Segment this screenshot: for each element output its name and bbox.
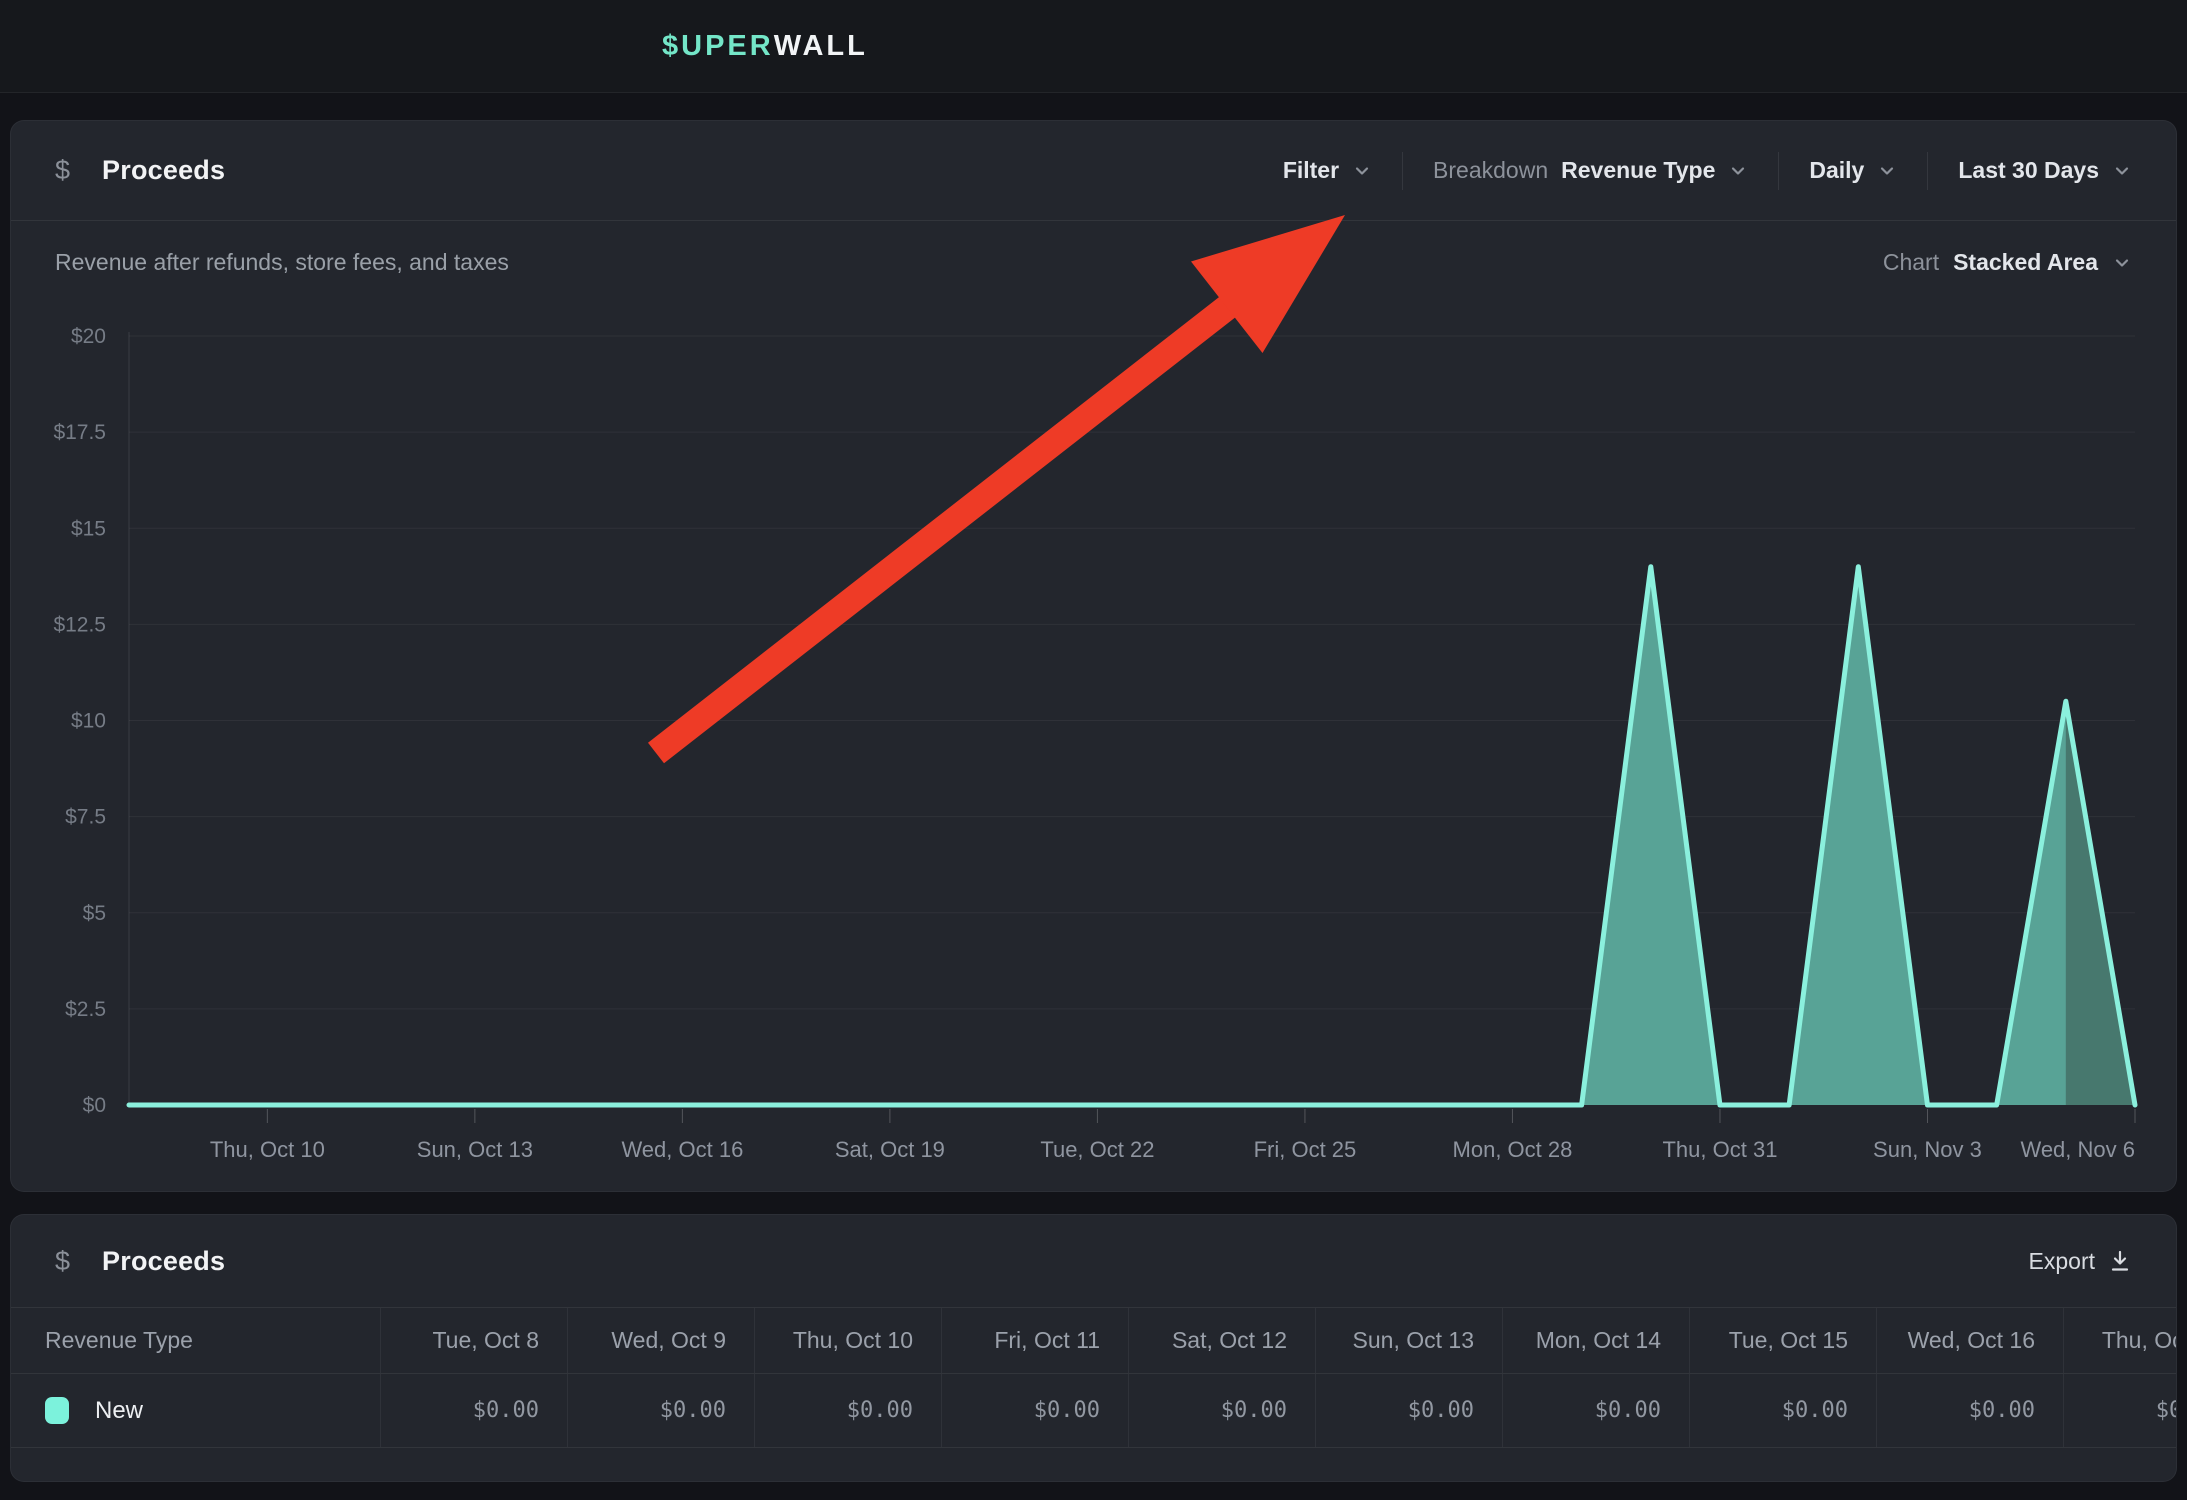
table-cell-value: $0.00 [567,1374,754,1447]
y-axis-tick-label: $12.5 [53,613,106,636]
table-cell-value: $0.00 [1502,1374,1689,1447]
column-header-date: Sun, Oct 13 [1315,1308,1502,1373]
table-cell-value: $0.00 [380,1374,567,1447]
logo-prefix: $UPER [662,30,774,63]
y-axis-tick-label: $7.5 [65,806,106,829]
x-axis-tick-label: Mon, Oct 28 [1453,1137,1573,1162]
chart-type-label: Chart [1883,249,1939,276]
column-header-date: Fri, Oct 11 [941,1308,1128,1373]
table-cell-value: $0.00 [1128,1374,1315,1447]
export-button[interactable]: Export [2029,1248,2132,1275]
superwall-logo[interactable]: $UPERWALL [662,0,868,93]
x-axis-tick-label: Thu, Oct 10 [210,1137,325,1162]
x-axis-tick-label: Sat, Oct 19 [835,1137,945,1162]
table-cell-value: $0.00 [2063,1374,2177,1447]
download-icon [2108,1249,2132,1273]
table-cell-value: $0.00 [754,1374,941,1447]
table-title: Proceeds [102,1246,225,1277]
table-cell-value: $0.00 [1876,1374,2063,1447]
chart-subheader: Revenue after refunds, store fees, and t… [11,249,2176,276]
column-header-date: Thu, Oct 10 [754,1308,941,1373]
proceeds-chart-card: $ Proceeds Filter Breakdown Revenue Type… [10,120,2177,1192]
series-color-swatch [45,1397,69,1424]
chart-type-dropdown[interactable]: Chart Stacked Area [1883,249,2132,276]
table-cell-value: $0.00 [1689,1374,1876,1447]
chart-subtitle: Revenue after refunds, store fees, and t… [55,249,509,276]
x-axis-tick-label: Fri, Oct 25 [1254,1137,1357,1162]
x-axis-tick-label: Tue, Oct 22 [1040,1137,1154,1162]
column-header-date: Tue, Oct 15 [1689,1308,1876,1373]
x-axis-tick-label: Wed, Nov 6 [2020,1137,2135,1162]
logo-suffix: WALL [774,30,868,63]
row-label: New [95,1397,143,1425]
x-axis-tick-label: Wed, Oct 16 [621,1137,743,1162]
y-axis-tick-label: $17.5 [53,421,106,444]
y-axis-tick-label: $2.5 [65,998,106,1021]
dollar-icon: $ [55,1246,70,1277]
proceeds-area-chart: $0 $2.5 $5 $7.5 $10 $12.5 $15 $17.5 $20 Thu, Oct … [11,121,2178,1193]
x-axis-tick-label: Sun, Oct 13 [417,1137,533,1162]
topbar: $UPERWALL [0,0,2187,93]
row-header-new: New [11,1374,380,1447]
table-cell-value: $0.00 [941,1374,1128,1447]
export-label: Export [2029,1248,2095,1275]
column-header-date: Mon, Oct 14 [1502,1308,1689,1373]
column-header-date: Tue, Oct 8 [380,1308,567,1373]
y-axis-tick-label: $15 [71,517,106,540]
y-axis-tick-label: $0 [83,1094,106,1117]
x-axis-tick-label: Sun, Nov 3 [1873,1137,1982,1162]
table-row: New$0.00$0.00$0.00$0.00$0.00$0.00$0.00$0… [11,1374,2177,1448]
chart-type-value: Stacked Area [1953,249,2098,276]
y-axis-tick-label: $5 [83,902,106,925]
x-axis-tick-label: Thu, Oct 31 [1662,1137,1777,1162]
table-card-header: $ Proceeds Export [11,1215,2176,1307]
y-axis-tick-label: $10 [71,710,106,733]
proceeds-table-card: $ Proceeds Export Revenue TypeTue, Oct 8… [10,1214,2177,1482]
y-axis-tick-label: $20 [71,325,106,348]
column-header-date: Wed, Oct 16 [1876,1308,2063,1373]
column-header-date: Sat, Oct 12 [1128,1308,1315,1373]
column-header-revenue-type: Revenue Type [11,1308,380,1373]
table-header-row: Revenue TypeTue, Oct 8Wed, Oct 9Thu, Oct… [11,1308,2177,1374]
chevron-down-icon [2112,253,2132,273]
column-header-date: Thu, Oct 17 [2063,1308,2177,1373]
table-cell-value: $0.00 [1315,1374,1502,1447]
column-header-date: Wed, Oct 9 [567,1308,754,1373]
